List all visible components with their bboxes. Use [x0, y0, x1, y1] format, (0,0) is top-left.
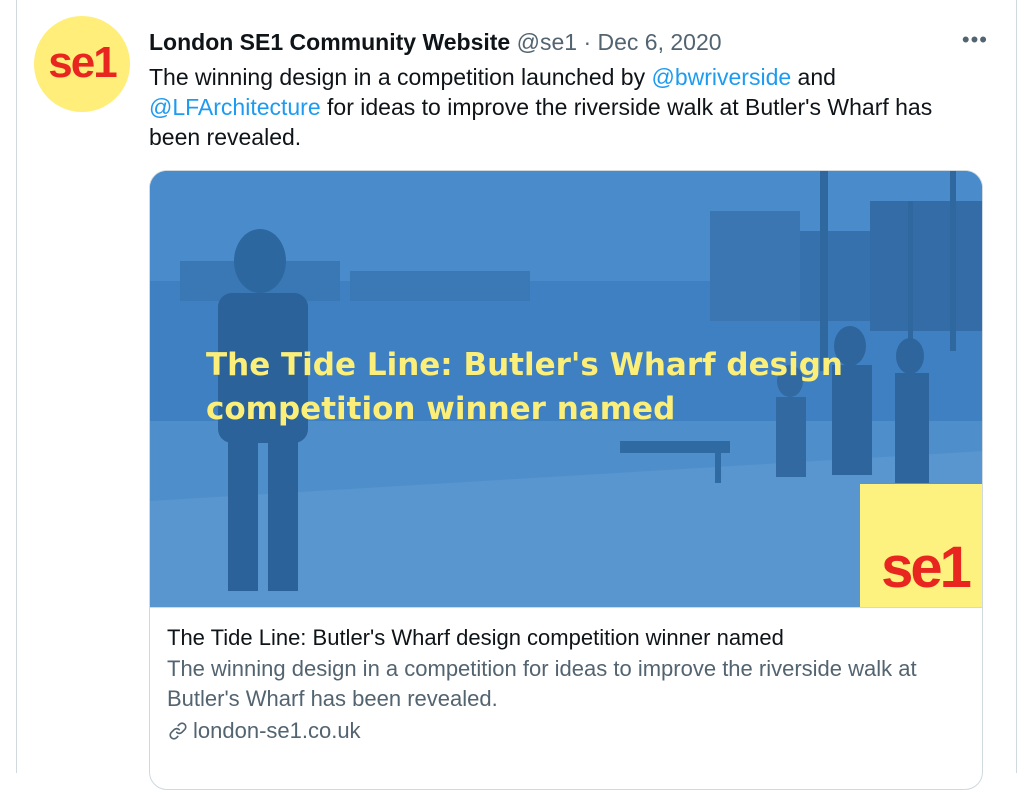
tweet-text: The winning design in a competition laun… [149, 62, 979, 152]
tweet-header: London SE1 Community Website @se1 · Dec … [149, 28, 976, 56]
card-image-headline: The Tide Line: Butler's Wharf design com… [206, 347, 843, 427]
card-description: The winning design in a competition for … [167, 656, 917, 711]
card-body: The Tide Line: Butler's Wharf design com… [150, 607, 982, 789]
more-horizontal-icon: ••• [961, 27, 988, 52]
card-logo: se1 [860, 484, 982, 607]
mention-link[interactable]: @bwriverside [652, 64, 792, 90]
card-domain-text: london-se1.co.uk [193, 718, 361, 743]
author-handle[interactable]: @se1 [517, 29, 577, 55]
card-title: The Tide Line: Butler's Wharf design com… [167, 625, 784, 650]
tweet-text-part: The winning design in a competition laun… [149, 64, 652, 90]
avatar-logo-text: se1 [48, 38, 117, 87]
tweet-text-part: and [791, 64, 836, 90]
card-image: The Tide Line: Butler's Wharf design com… [150, 171, 982, 607]
tweet-date[interactable]: Dec 6, 2020 [598, 29, 722, 55]
link-preview-card[interactable]: The Tide Line: Butler's Wharf design com… [149, 170, 983, 790]
avatar[interactable]: se1 [34, 16, 130, 112]
author-name[interactable]: London SE1 Community Website [149, 29, 510, 55]
link-icon [167, 720, 189, 742]
card-logo-text: se1 [881, 535, 972, 600]
header-separator: · [583, 29, 592, 55]
more-options-button[interactable]: ••• [961, 27, 988, 52]
card-domain: london-se1.co.uk [167, 716, 967, 746]
mention-link[interactable]: @LFArchitecture [149, 94, 321, 120]
